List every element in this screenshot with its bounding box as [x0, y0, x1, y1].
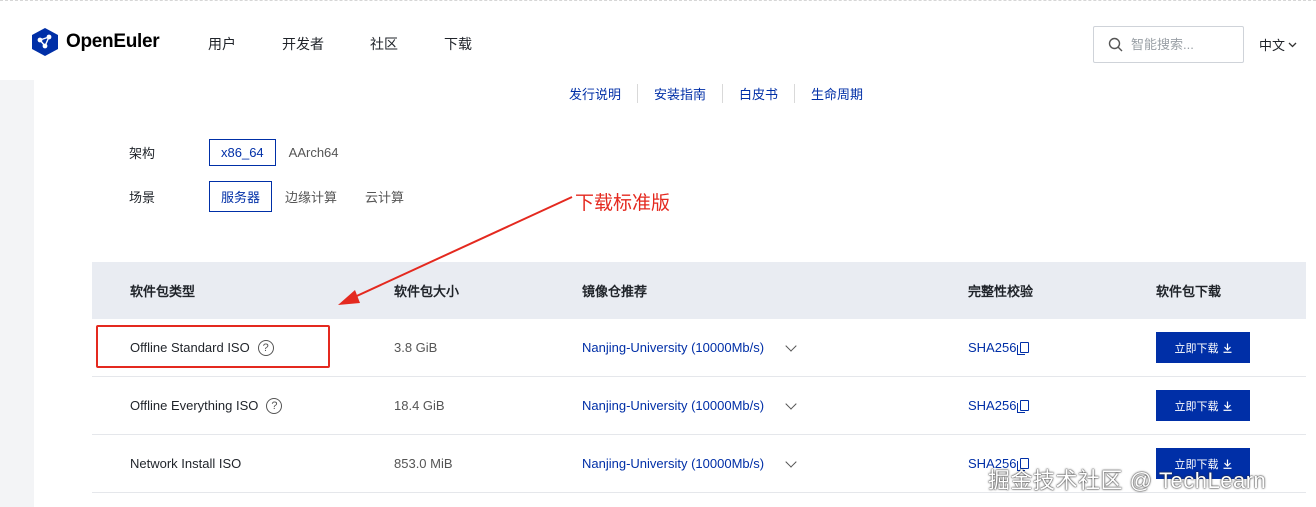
nav-item-download[interactable]: 下载	[444, 34, 472, 54]
main-nav: 用户 开发者 社区 下载	[208, 34, 518, 54]
package-size: 18.4 GiB	[394, 398, 445, 413]
openeuler-logo-icon	[32, 28, 58, 56]
download-icon	[1223, 343, 1231, 353]
package-type: Offline Everything ISO	[130, 398, 259, 413]
package-size: 3.8 GiB	[394, 340, 438, 355]
download-button-label: 立即下载	[1174, 400, 1219, 413]
chevron-down-icon	[785, 397, 797, 410]
arch-filter: 架构 x86_64 AArch64	[95, 139, 352, 166]
nav-item-developers[interactable]: 开发者	[282, 34, 324, 54]
mirror-select[interactable]: Nanjing-University (10000Mb/s)	[582, 455, 968, 471]
mirror-value: Nanjing-University (10000Mb/s)	[582, 340, 765, 355]
link-lifecycle[interactable]: 生命周期	[794, 83, 879, 103]
checksum-label: SHA256	[968, 340, 1017, 355]
mirror-value: Nanjing-University (10000Mb/s)	[582, 456, 765, 471]
doc-links: 发行说明 安装指南 白皮书 生命周期	[553, 82, 879, 104]
checksum-link[interactable]: SHA256	[968, 398, 1156, 413]
col-header-mirror: 镜像仓推荐	[582, 284, 648, 299]
mirror-select[interactable]: Nanjing-University (10000Mb/s)	[582, 397, 968, 413]
chevron-down-icon	[785, 455, 797, 468]
left-gutter	[0, 80, 34, 507]
link-release-notes[interactable]: 发行说明	[553, 84, 637, 103]
download-button[interactable]: 立即下载	[1156, 390, 1250, 421]
scene-option-cloud[interactable]: 云计算	[354, 182, 415, 211]
language-switcher[interactable]: 中文	[1259, 35, 1297, 54]
scene-option-server[interactable]: 服务器	[209, 181, 273, 212]
scene-option-edge[interactable]: 边缘计算	[274, 182, 348, 211]
col-header-type: 软件包类型	[130, 284, 196, 299]
arch-label: 架构	[129, 146, 156, 161]
checksum-link[interactable]: SHA256	[968, 340, 1156, 355]
copy-icon[interactable]	[1017, 400, 1030, 413]
help-icon[interactable]: ?	[266, 397, 283, 414]
package-type-cell: Network Install ISO	[92, 456, 394, 471]
package-size: 853.0 MiB	[394, 456, 453, 471]
language-label: 中文	[1259, 38, 1286, 53]
nav-item-community[interactable]: 社区	[370, 34, 398, 54]
arch-option-x86-64[interactable]: x86_64	[209, 139, 276, 166]
watermark: 掘金技术社区 @ TechLearn	[988, 468, 1267, 493]
col-header-checksum: 完整性校验	[968, 284, 1034, 299]
download-button[interactable]: 立即下载	[1156, 332, 1250, 363]
top-header: OpenEuler 用户 开发者 社区 下载 中文	[0, 0, 1316, 80]
package-type-cell: Offline Everything ISO ?	[92, 397, 394, 414]
nav-item-users[interactable]: 用户	[208, 34, 236, 54]
download-icon	[1223, 401, 1231, 411]
arch-option-aarch64[interactable]: AArch64	[278, 140, 350, 165]
table-row: Offline Everything ISO ? 18.4 GiB Nanjin…	[92, 377, 1306, 435]
logo[interactable]: OpenEuler	[30, 27, 160, 57]
search-box[interactable]	[1093, 26, 1244, 63]
annotation-highlight-box	[96, 325, 330, 368]
download-button-label: 立即下载	[1174, 342, 1219, 355]
search-icon	[1108, 37, 1123, 52]
copy-icon[interactable]	[1017, 342, 1030, 355]
link-install-guide[interactable]: 安装指南	[637, 83, 722, 103]
table-header: 软件包类型 软件包大小 镜像仓推荐 完整性校验 软件包下载	[92, 262, 1306, 319]
chevron-down-icon	[785, 339, 797, 352]
mirror-select[interactable]: Nanjing-University (10000Mb/s)	[582, 339, 968, 355]
annotation-label: 下载标准版	[575, 193, 671, 214]
checksum-label: SHA256	[968, 398, 1017, 413]
scene-filter: 场景 服务器 边缘计算 云计算	[95, 181, 417, 212]
package-type: Network Install ISO	[130, 456, 242, 471]
col-header-size: 软件包大小	[394, 284, 460, 299]
col-header-download: 软件包下载	[1156, 284, 1222, 299]
search-input[interactable]	[1131, 37, 1231, 52]
scene-label: 场景	[129, 190, 156, 205]
chevron-down-icon	[1288, 42, 1297, 47]
package-table: 软件包类型 软件包大小 镜像仓推荐 完整性校验 软件包下载 Offline St…	[92, 262, 1306, 493]
mirror-value: Nanjing-University (10000Mb/s)	[582, 398, 765, 413]
logo-text: OpenEuler	[66, 31, 160, 52]
link-whitepaper[interactable]: 白皮书	[722, 83, 794, 103]
